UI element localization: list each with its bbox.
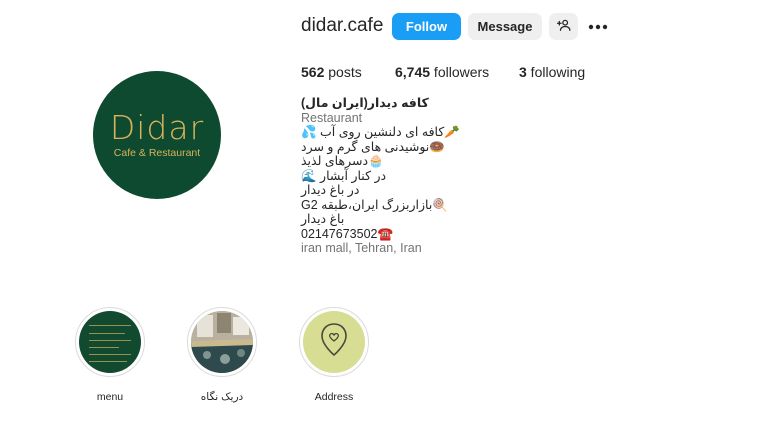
highlight-address[interactable]: Address: [297, 307, 371, 403]
profile-display-name: کافه دیدار(ایران مال): [301, 96, 429, 110]
more-options-button[interactable]: [588, 18, 608, 34]
highlight-ring: [75, 307, 145, 377]
bio-phone: 02147673502☎️: [301, 226, 394, 241]
highlight-ring: [187, 307, 257, 377]
highlight-label: Address: [314, 391, 354, 403]
profile-username: didar.cafe: [301, 15, 384, 36]
logo-subtext: Cafe & Restaurant: [113, 147, 201, 159]
more-dots-icon: [588, 17, 608, 35]
highlight-at-a-glance[interactable]: دریک نگاه: [185, 307, 259, 403]
highlight-label: دریک نگاه: [200, 391, 244, 403]
location-pin-icon: [319, 322, 349, 363]
bio-line: در باغ دیدار: [301, 183, 360, 197]
followers-label: followers: [430, 64, 490, 80]
suggest-accounts-button[interactable]: [549, 13, 578, 40]
bio-address[interactable]: iran mall, Tehran, Iran: [301, 241, 501, 256]
following-count: 3: [519, 64, 527, 80]
logo-text: Didar: [109, 108, 205, 147]
bio-line: 🧁دسرهای لذیذ: [301, 154, 384, 168]
message-button[interactable]: Message: [468, 13, 542, 40]
bio-line: در کنار آبشار 🌊: [301, 168, 387, 183]
highlight-label: menu: [96, 391, 124, 403]
bio-line: 🍭بازاربزرگ ایران،طبقه G2: [301, 197, 448, 212]
posts-count: 562: [301, 64, 325, 80]
highlight-cover-glance: [191, 311, 253, 373]
highlight-menu[interactable]: menu: [73, 307, 147, 403]
bio-line: 🍩نوشیدنی های گرم و سرد: [301, 139, 445, 154]
posts-stat: 562 posts: [301, 64, 362, 80]
profile-bio: کافه دیدار(ایران مال) Restaurant 🥕کافه ا…: [301, 96, 501, 256]
followers-stat[interactable]: 6,745 followers: [395, 64, 489, 80]
highlight-cover-menu: [79, 311, 141, 373]
add-user-icon: [556, 18, 571, 35]
follow-button[interactable]: Follow: [392, 13, 461, 40]
bio-line: باغ دیدار: [301, 212, 345, 226]
following-stat[interactable]: 3 following: [519, 64, 585, 80]
following-label: following: [526, 64, 586, 80]
followers-count: 6,745: [395, 64, 431, 80]
profile-avatar[interactable]: Didar Cafe & Restaurant: [93, 71, 221, 199]
profile-category: Restaurant: [301, 110, 363, 125]
highlight-cover-address: [303, 311, 365, 373]
bio-line: 🥕کافه ای دلنشین روی آب 💦: [301, 125, 460, 139]
highlight-ring: [299, 307, 369, 377]
posts-label: posts: [324, 64, 362, 80]
